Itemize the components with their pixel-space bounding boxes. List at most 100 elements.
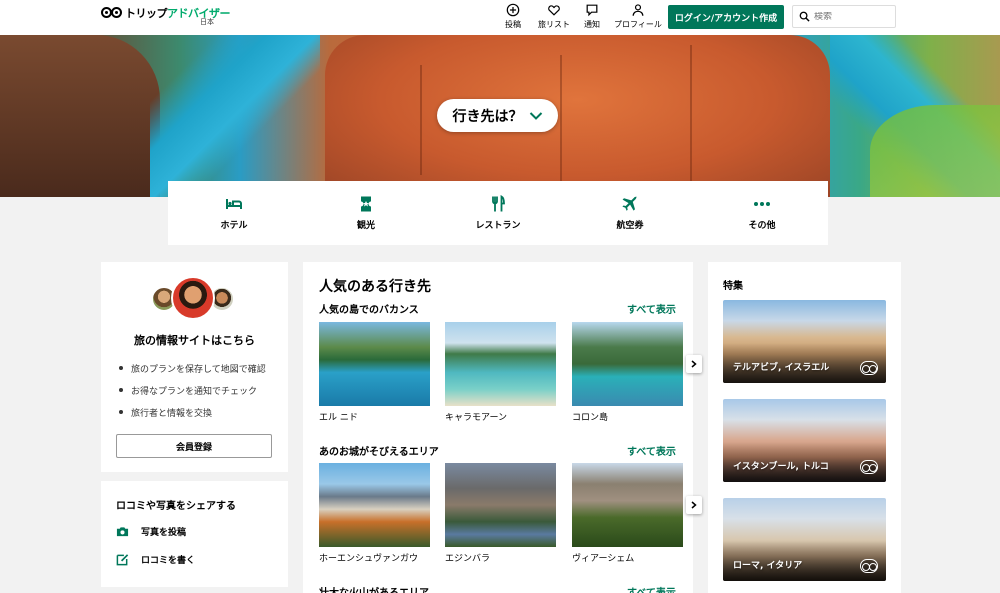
featured-card-istanbul[interactable]: イスタンブール, トルコ [723,399,886,482]
more-dots-icon [754,202,770,206]
camera-icon [116,527,129,537]
write-review-label: ロコミを書く [141,556,196,566]
destination-label: エル ニド [319,413,358,423]
destination-label: キャラモアーン [445,413,508,423]
destination-photo [319,463,430,547]
destination-photo [445,322,556,406]
chevron-right-icon [691,360,697,368]
section-title-castles: あのお城がそびえるエリア [319,447,439,458]
register-button[interactable]: 会員登録 [116,434,272,458]
category-more-label: その他 [748,221,776,231]
search-icon [799,11,810,22]
list-item: 旅行者と情報を交換 [119,401,266,423]
avatar [171,276,215,320]
destination-card-el-nido[interactable]: エル ニド [319,322,430,423]
destination-photo [572,463,683,547]
heart-icon [548,5,560,16]
destination-card-coron[interactable]: コロン島 [572,322,683,423]
see-all-volcanoes-link[interactable]: すべて表示 [627,584,676,593]
search-input[interactable] [814,11,894,22]
category-flights[interactable]: 航空券 [564,181,696,245]
logo-text-b: アドバイザー [167,7,231,20]
featured-card-rome[interactable]: ローマ, イタリア [723,498,886,581]
nav-profile[interactable]: プロフィール [614,3,662,30]
list-item: 旅のプランを保存して地図で確認 [119,357,266,379]
popular-destinations-panel: 人気のある行き先 人気の島でのバカンス すべて表示 エル ニド キャラモアーン … [303,262,702,593]
binoculars-icon [860,460,878,474]
see-all-islands-link[interactable]: すべて表示 [627,301,676,316]
destination-card-hohenschwangau[interactable]: ホーエンシュヴァンガウ [319,463,430,564]
bed-icon [226,199,242,209]
list-item: お得なプランを通知でチェック [119,379,266,401]
category-attractions[interactable]: 観光 [300,181,432,245]
top-header: トリップアドバイザー 日本 投稿 旅リスト 通知 プロフィール ログイン/アカウ… [0,0,1000,35]
logo-region: 日本 [200,18,214,26]
destination-card-wierschem[interactable]: ヴィアーシェム [572,463,683,564]
person-icon [632,4,644,16]
login-button[interactable]: ログイン/アカウント作成 [668,5,784,29]
featured-panel: 特集 テルアビブ, イスラエル イスタンブール, トルコ ローマ, イタリア [708,262,901,593]
post-photo-label: 写真を投稿 [141,528,187,538]
signup-promo-panel: 旅の情報サイトはこちら 旅のプランを保存して地図で確認 お得なプランを通知でチェ… [101,262,288,472]
chevron-right-icon [691,501,697,509]
category-hotels[interactable]: ホテル [168,181,300,245]
featured-label: ローマ, イタリア [733,561,803,571]
airplane-icon [622,196,637,211]
category-more[interactable]: その他 [696,181,828,245]
share-title: ロコミや写真をシェアする [116,501,236,512]
destination-label: ヴィアーシェム [572,554,635,564]
carousel-next-button[interactable] [686,496,702,514]
destination-photo [572,322,683,406]
popular-title: 人気のある行き先 [319,279,431,295]
nav-trips[interactable]: 旅リスト [538,3,570,30]
nav-post[interactable]: 投稿 [505,3,521,30]
category-hotels-label: ホテル [220,221,248,231]
destination-label: ホーエンシュヴァンガウ [319,554,419,564]
destination-label: 行き先は？ [452,108,523,125]
destination-label: コロン島 [572,413,609,423]
category-bar: ホテル 観光 レストラン 航空券 その他 [168,181,828,245]
see-all-castles-link[interactable]: すべて表示 [627,443,676,458]
category-attractions-label: 観光 [356,221,375,231]
hero-banner: 行き先は？ [0,35,1000,197]
section-title-volcanoes: 壮大な火山があるエリア [319,584,429,593]
write-review-link[interactable]: ロコミを書く [116,553,195,566]
featured-label: テルアビブ, イスラエル [733,363,830,373]
destination-card-edinburgh[interactable]: エジンバラ [445,463,556,564]
share-panel: ロコミや写真をシェアする 写真を投稿 ロコミを書く [101,481,288,587]
nav-post-label: 投稿 [505,20,521,29]
nav-notifications-label: 通知 [584,20,600,29]
nav-notifications[interactable]: 通知 [584,3,600,30]
category-restaurants-label: レストラン [475,221,521,231]
post-photo-link[interactable]: 写真を投稿 [116,525,186,538]
promo-title: 旅の情報サイトはこちら [134,334,255,347]
featured-label: イスタンブール, トルコ [733,462,829,472]
nav-profile-label: プロフィール [614,20,662,29]
promo-benefits-list: 旅のプランを保存して地図で確認 お得なプランを通知でチェック 旅行者と情報を交換 [119,357,266,423]
destination-label: エジンバラ [445,554,491,564]
plus-circle-icon [506,3,520,17]
speech-bubble-icon [586,4,598,17]
destination-photo [319,322,430,406]
nav-trips-label: 旅リスト [538,20,570,29]
category-restaurants[interactable]: レストラン [432,181,564,245]
owl-logo-icon [101,6,123,20]
search-box[interactable] [792,5,896,28]
avatar-group [151,276,241,320]
destination-card-caramoan[interactable]: キャラモアーン [445,322,556,423]
category-flights-label: 航空券 [616,221,644,231]
destination-search-button[interactable]: 行き先は？ [437,99,558,132]
ticket-icon [361,196,371,212]
edit-icon [116,554,129,566]
chevron-down-icon [529,111,542,120]
destination-photo [445,463,556,547]
hero-rock-image [325,35,830,197]
featured-card-tel-aviv[interactable]: テルアビブ, イスラエル [723,300,886,383]
binoculars-icon [860,361,878,375]
binoculars-icon [860,559,878,573]
section-title-islands: 人気の島でのバカンス [319,305,419,316]
fork-knife-icon [492,195,505,212]
featured-title: 特集 [723,281,743,292]
logo-text-a: トリップ [125,7,168,20]
carousel-next-button[interactable] [686,355,702,373]
